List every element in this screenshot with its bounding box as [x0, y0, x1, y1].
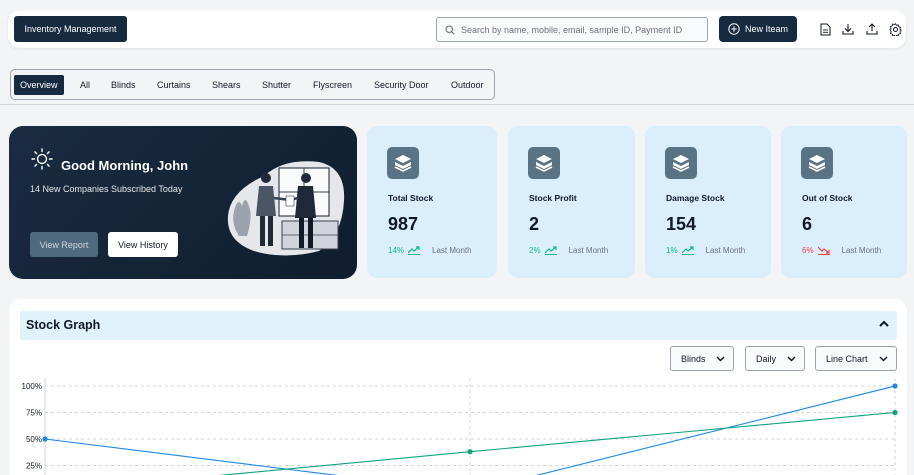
stock-line-chart: 100% 75% 50% 25%: [22, 378, 898, 475]
series-point-1: [892, 409, 898, 416]
series-point-0: [42, 436, 48, 442]
y-tick-label: 75%: [26, 409, 42, 418]
series-point-0: [892, 383, 898, 389]
y-tick-label: 50%: [26, 435, 42, 444]
y-tick-label: 25%: [26, 462, 42, 471]
y-tick-label: 100%: [22, 382, 42, 391]
series-line-0: [44, 385, 896, 475]
series-point-1: [467, 449, 473, 455]
